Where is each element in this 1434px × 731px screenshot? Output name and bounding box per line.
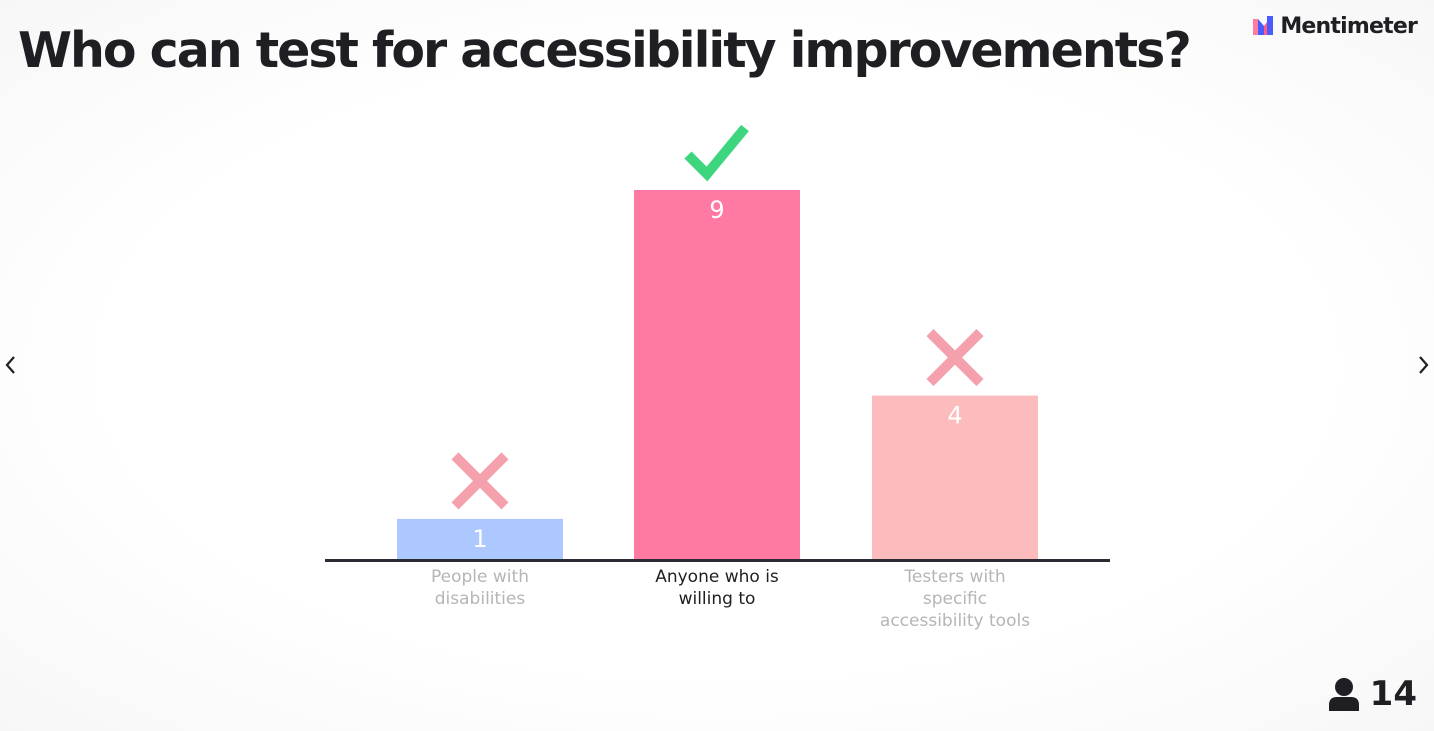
results-bar-chart: 1 9 4 (325, 124, 1110, 562)
category-label-3: Testers with specific accessibility tools (860, 566, 1050, 632)
person-icon (1328, 678, 1359, 711)
category-label-1: People with disabilities (385, 566, 575, 610)
check-mark-icon (684, 124, 749, 182)
bar-2 (634, 190, 800, 560)
cross-mark-icon (451, 452, 509, 510)
bar-value-label-2: 9 (709, 196, 724, 224)
category-label-line: People with (431, 567, 529, 587)
cross-mark-icon (926, 329, 984, 387)
check-mark-stroke (684, 124, 749, 182)
category-label-line: disabilities (434, 589, 526, 609)
category-label-2: Anyone who is willing to (622, 566, 812, 610)
category-label-line: accessibility tools (879, 611, 1031, 631)
category-label-line: willing to (678, 589, 756, 609)
category-label-line: specific (922, 589, 988, 609)
category-label-line: Testers with (904, 567, 1006, 587)
bar-value-label-1: 1 (472, 525, 487, 553)
participant-count: 14 (1369, 674, 1417, 714)
bar-value-label-3: 4 (947, 402, 962, 430)
participant-counter: 14 (1328, 674, 1417, 714)
category-label-line: Anyone who is (655, 567, 779, 587)
